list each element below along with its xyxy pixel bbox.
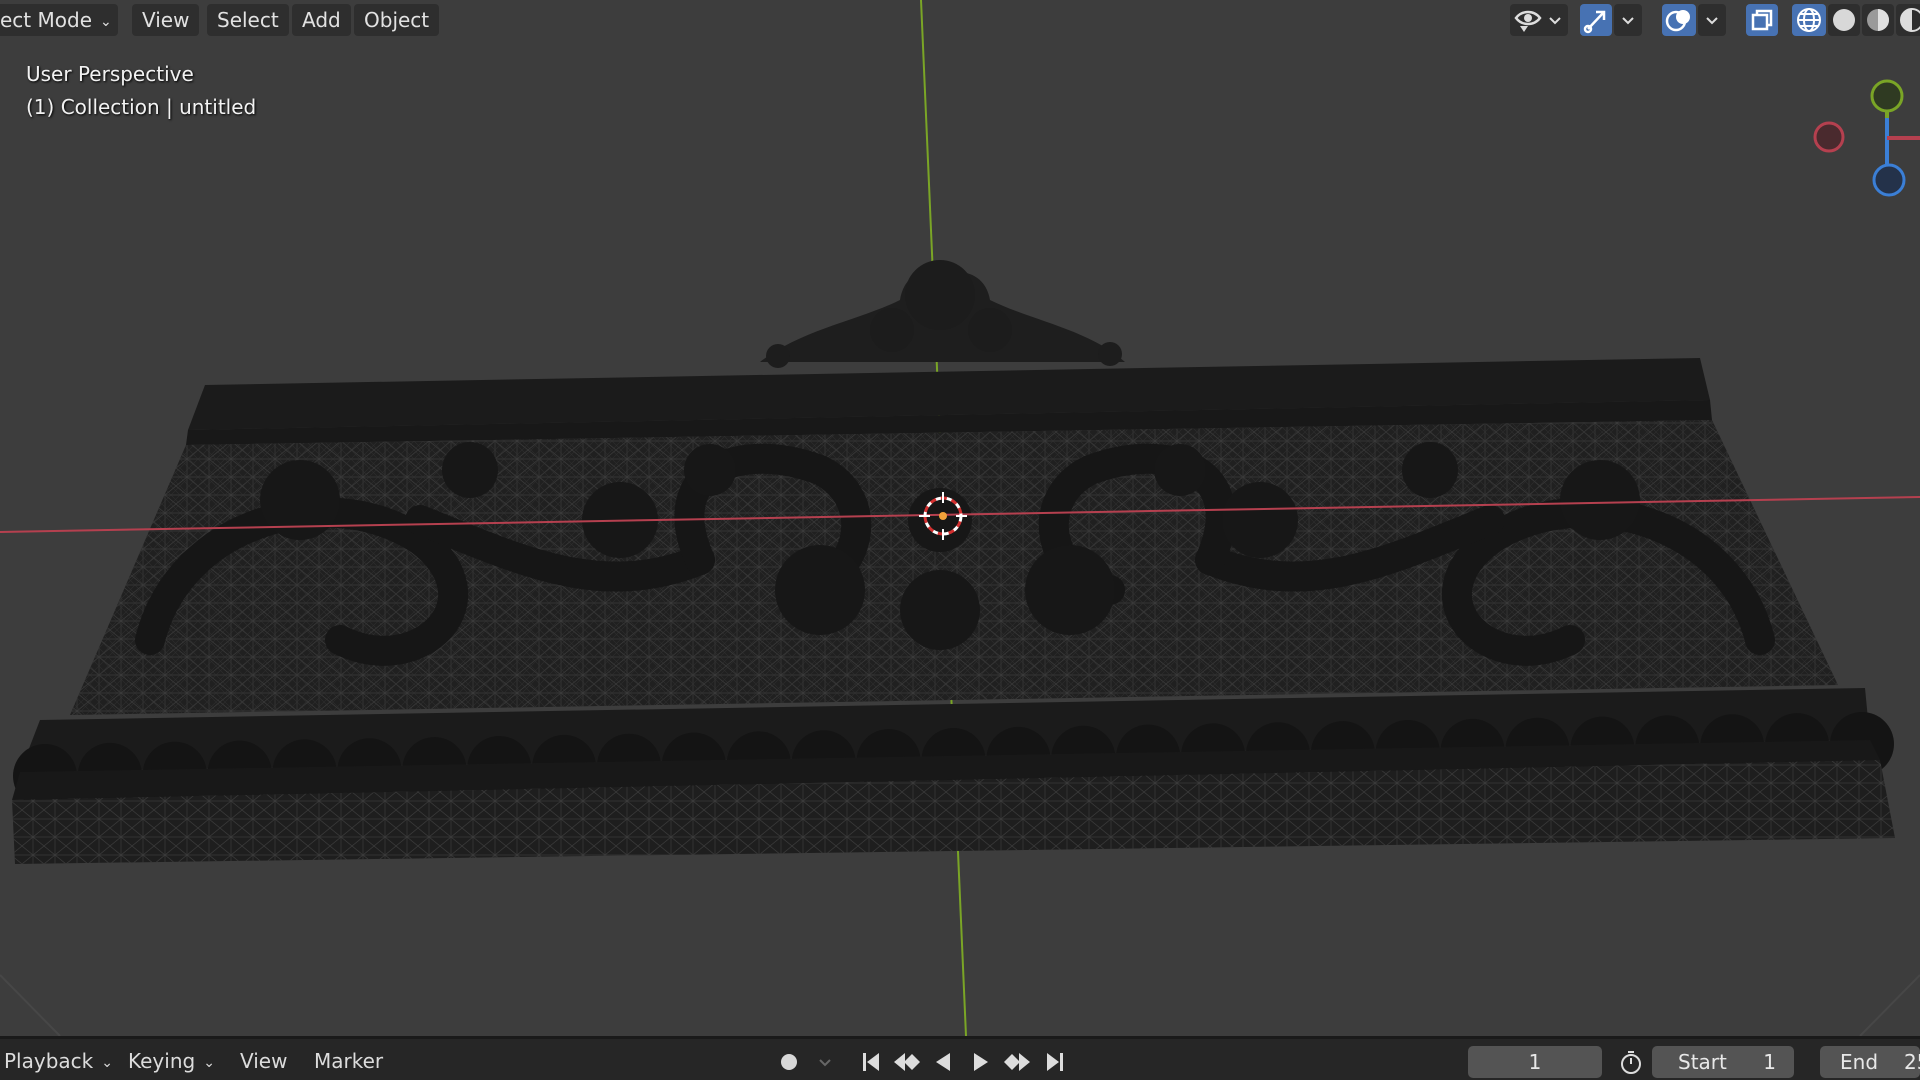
gizmo-toggle[interactable] — [1580, 4, 1612, 36]
menu-add[interactable]: Add — [292, 4, 351, 36]
menu-object[interactable]: Object — [354, 4, 440, 36]
xray-toggle[interactable] — [1746, 4, 1778, 36]
menu-select[interactable]: Select — [207, 4, 289, 36]
floor-line — [0, 974, 61, 1036]
chevron-down-icon — [1549, 17, 1561, 25]
material-shading-button[interactable] — [1862, 4, 1894, 36]
gizmo-icon — [1583, 10, 1606, 34]
current-frame-field[interactable]: 1 — [1468, 1046, 1602, 1078]
current-frame-value: 1 — [1528, 1050, 1542, 1074]
rendered-shading-button[interactable] — [1896, 4, 1920, 36]
scene-canvas[interactable] — [0, 0, 1920, 1036]
visibility-dropdown[interactable] — [1510, 4, 1568, 36]
navigation-gizmo[interactable] — [1800, 70, 1920, 210]
floor-line — [1859, 974, 1920, 1036]
ornament-model[interactable] — [12, 260, 1895, 864]
next-keyframe-icon — [1004, 1053, 1030, 1071]
prev-keyframe-button[interactable] — [892, 1047, 922, 1077]
mode-label: ect Mode — [0, 8, 92, 32]
solid-shading-button[interactable] — [1828, 4, 1860, 36]
jump-end-icon — [1047, 1053, 1063, 1071]
wireframe-shading-icon — [1797, 8, 1821, 32]
rendered-shading-icon — [1900, 8, 1920, 32]
end-frame-field[interactable]: End 25 — [1820, 1046, 1920, 1078]
play-reverse-icon — [936, 1053, 950, 1071]
menu-view-timeline[interactable]: View — [236, 1045, 291, 1077]
prev-keyframe-icon — [894, 1053, 920, 1071]
stopwatch-icon — [1621, 1051, 1641, 1074]
keying-label: Keying — [128, 1049, 196, 1073]
menu-playback[interactable]: Playback ⌄ — [0, 1045, 117, 1077]
wireframe-shading-button[interactable] — [1792, 4, 1826, 36]
overlay-icon — [1665, 10, 1690, 32]
chevron-down-icon — [1622, 17, 1634, 25]
end-value: 25 — [1904, 1050, 1920, 1074]
jump-start-button[interactable] — [856, 1047, 886, 1077]
record-button[interactable] — [774, 1047, 804, 1077]
play-button[interactable] — [966, 1047, 996, 1077]
chevron-down-icon — [1706, 17, 1718, 25]
stopwatch-button[interactable] — [1616, 1047, 1646, 1077]
gizmo-dropdown[interactable] — [1614, 4, 1642, 36]
chevron-down-icon — [819, 1059, 831, 1067]
jump-end-button[interactable] — [1040, 1047, 1070, 1077]
gizmo-y-handle[interactable] — [1870, 79, 1904, 113]
end-label: End — [1840, 1050, 1879, 1074]
overlay-toggle[interactable] — [1662, 4, 1696, 36]
overlay-dropdown[interactable] — [1698, 4, 1726, 36]
perspective-label: User Perspective — [26, 62, 194, 86]
next-keyframe-button[interactable] — [1002, 1047, 1032, 1077]
collection-label: (1) Collection | untitled — [26, 95, 257, 119]
menu-view[interactable]: View — [132, 4, 200, 36]
gizmo-neg-x-handle[interactable] — [1813, 121, 1845, 153]
menu-marker[interactable]: Marker — [310, 1045, 387, 1077]
menu-keying[interactable]: Keying ⌄ — [124, 1045, 219, 1077]
chevron-down-icon: ⌄ — [101, 1054, 113, 1071]
xray-icon — [1751, 9, 1773, 31]
start-frame-field[interactable]: Start 1 — [1652, 1046, 1794, 1078]
viewport-info: User Perspective (1) Collection | untitl… — [26, 58, 256, 124]
play-reverse-button[interactable] — [928, 1047, 958, 1077]
playback-label: Playback — [4, 1049, 94, 1073]
record-dropdown[interactable] — [810, 1047, 840, 1077]
record-icon — [781, 1054, 797, 1070]
jump-start-icon — [863, 1053, 879, 1071]
mode-dropdown[interactable]: ect Mode ⌄ — [0, 4, 118, 36]
play-icon — [974, 1053, 988, 1071]
timeline-header: Playback ⌄ Keying ⌄ View Marker 1 Start 1 … — [0, 1036, 1920, 1080]
solid-shading-icon — [1833, 9, 1855, 31]
chevron-down-icon: ⌄ — [203, 1054, 215, 1071]
material-shading-icon — [1867, 9, 1889, 31]
eye-icon — [1514, 10, 1542, 32]
chevron-down-icon: ⌄ — [100, 13, 112, 30]
start-label: Start — [1678, 1050, 1727, 1074]
start-value: 1 — [1763, 1050, 1776, 1074]
3d-viewport[interactable]: User Perspective (1) Collection | untitl… — [0, 0, 1920, 1036]
gizmo-z-handle[interactable] — [1872, 163, 1906, 197]
